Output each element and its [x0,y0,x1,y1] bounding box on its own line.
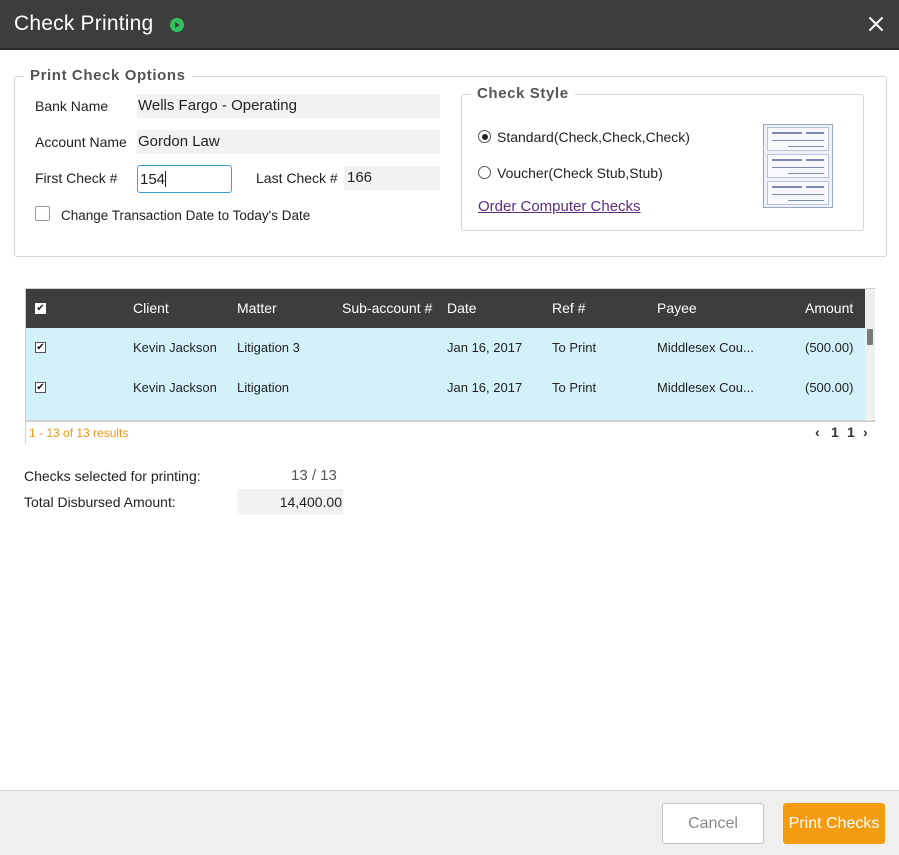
checks-selected-label: Checks selected for printing: [24,468,201,484]
change-date-checkbox[interactable] [35,206,50,221]
results-count: 1 - 13 of 13 results [29,426,129,440]
cancel-button[interactable]: Cancel [662,803,764,844]
pager-next-button[interactable]: › [863,424,868,440]
table-row[interactable]: ✔ Kevin Jackson Litigation 3 Jan 16, 201… [26,328,865,368]
order-computer-checks-link[interactable]: Order Computer Checks [478,198,641,215]
row-checkbox[interactable]: ✔ [35,382,46,393]
check-style-legend: Check Style [471,85,575,102]
cell-ref: To Print [552,340,597,355]
check-preview-image [763,124,833,208]
pager-prev-button[interactable]: ‹ [815,424,820,440]
standard-label[interactable]: Standard(Check,Check,Check) [497,129,690,145]
cell-payee: Middlesex Cou... [657,340,754,355]
check-slip [767,181,829,205]
grid-scrollbar[interactable] [865,289,875,419]
voucher-label[interactable]: Voucher(Check Stub,Stub) [497,165,663,181]
checks-grid: ✔ Client Matter Sub-account # Date Ref #… [25,288,875,444]
cell-matter: Litigation [237,380,290,395]
pager-total-pages: 1 [847,424,855,440]
cell-client: Kevin Jackson [133,380,217,395]
cell-amount: (500.00) [805,340,854,355]
check-slip [767,154,829,178]
bank-name-label: Bank Name [35,98,109,114]
bank-name-field[interactable]: Wells Fargo - Operating [137,94,440,118]
first-check-value: 154 [140,171,166,188]
cell-amount: (500.00) [805,380,854,395]
dialog-title: Check Printing [14,12,154,35]
pager-current-page[interactable]: 1 [831,424,839,440]
grid-scrollbar-thumb[interactable] [867,329,873,345]
column-header-client[interactable]: Client [133,300,169,316]
last-check-field[interactable]: 166 [344,166,440,190]
cell-client: Kevin Jackson [133,340,217,355]
table-row[interactable]: ✔ Kevin Jackson Litigation Jan 16, 2017 … [26,368,865,420]
cell-date: Jan 16, 2017 [447,340,523,355]
total-disbursed-label: Total Disbursed Amount: [24,494,176,510]
change-date-label: Change Transaction Date to Today's Date [61,208,311,223]
column-header-amount[interactable]: Amount [805,300,853,316]
print-check-options-legend: Print Check Options [24,67,192,84]
close-icon[interactable] [866,14,886,34]
first-check-input[interactable]: 154 [137,165,232,193]
checks-selected-value: 13 / 13 [291,467,337,484]
standard-radio[interactable] [478,130,491,143]
dialog-header: Check Printing [0,0,899,50]
column-header-date[interactable]: Date [447,300,477,316]
cell-matter: Litigation 3 [237,340,300,355]
cell-payee: Middlesex Cou... [657,380,754,395]
grid-footer: 1 - 13 of 13 results ‹ 1 1 › [26,420,875,444]
text-cursor [165,171,167,187]
last-check-label: Last Check # [256,170,338,186]
cell-date: Jan 16, 2017 [447,380,523,395]
account-name-field[interactable]: Gordon Law [137,130,440,154]
column-header-subaccount[interactable]: Sub-account # [342,300,432,316]
print-checks-button[interactable]: Print Checks [783,803,885,844]
select-all-checkbox[interactable]: ✔ [35,303,46,314]
row-checkbox[interactable]: ✔ [35,342,46,353]
grid-header: ✔ Client Matter Sub-account # Date Ref #… [26,289,865,328]
account-name-label: Account Name [35,134,127,150]
column-header-matter[interactable]: Matter [237,300,277,316]
column-header-ref[interactable]: Ref # [552,300,585,316]
play-icon[interactable] [170,18,184,32]
check-slip [767,127,829,151]
cell-ref: To Print [552,380,597,395]
column-header-payee[interactable]: Payee [657,300,697,316]
first-check-label: First Check # [35,170,118,186]
total-disbursed-value: 14,400.00 [237,489,343,515]
dialog-footer: Cancel Print Checks [0,790,899,855]
voucher-radio[interactable] [478,166,491,179]
